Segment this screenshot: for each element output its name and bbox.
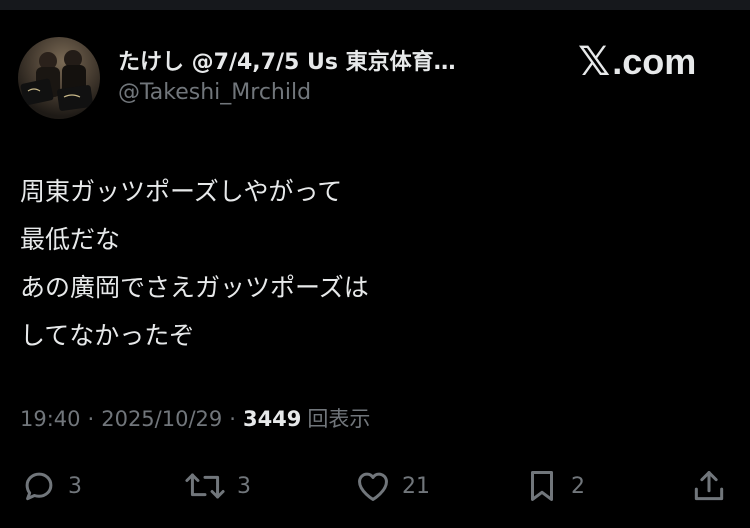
- action-bar: 3 3 21 2: [0, 462, 750, 510]
- bookmark-count: 2: [571, 473, 585, 499]
- share-button[interactable]: [690, 462, 728, 510]
- like-button[interactable]: 21: [354, 462, 430, 510]
- heart-icon: [358, 472, 388, 501]
- tweet-line: してなかったぞ: [20, 321, 195, 350]
- meta-separator: ·: [229, 407, 236, 431]
- brand-domain: .com: [612, 41, 697, 82]
- tweet-meta: 19:40 · 2025/10/29 · 3449 回表示: [20, 403, 370, 433]
- tweet-line: 最低だな: [20, 225, 121, 254]
- views-label: 回表示: [307, 407, 371, 431]
- tweet-line: あの廣岡でさえガッツポーズは: [20, 273, 369, 302]
- repost-icon: [185, 473, 225, 499]
- bookmark-icon: [530, 471, 554, 501]
- tweet-text: 周東ガッツポーズしやがって 最低だな あの廣岡でさえガッツポーズは してなかった…: [20, 168, 720, 360]
- tweet-line: 周東ガッツポーズしやがって: [20, 177, 343, 206]
- views-count[interactable]: 3449: [243, 407, 301, 431]
- author-handle[interactable]: @Takeshi_Mrchild: [118, 80, 311, 105]
- reply-icon: [25, 472, 53, 501]
- tweet-date[interactable]: 2025/10/29: [101, 407, 222, 431]
- share-icon: [694, 471, 724, 501]
- bookmark-button[interactable]: 2: [523, 462, 585, 510]
- tweet-time[interactable]: 19:40: [20, 407, 81, 431]
- x-logo-icon: 𝕏: [578, 39, 611, 85]
- brand-logo: 𝕏 .com: [578, 40, 696, 84]
- author-display-name[interactable]: たけし @7/4,7/5 Us 東京体育…: [118, 44, 456, 76]
- like-count: 21: [402, 473, 430, 499]
- reply-count: 3: [68, 473, 82, 499]
- avatar-photo: [20, 50, 93, 111]
- reply-button[interactable]: 3: [20, 462, 82, 510]
- repost-count: 3: [237, 473, 251, 499]
- meta-separator: ·: [87, 407, 95, 431]
- status-bar: [0, 0, 750, 10]
- repost-button[interactable]: 3: [183, 462, 251, 510]
- avatar[interactable]: [18, 37, 100, 119]
